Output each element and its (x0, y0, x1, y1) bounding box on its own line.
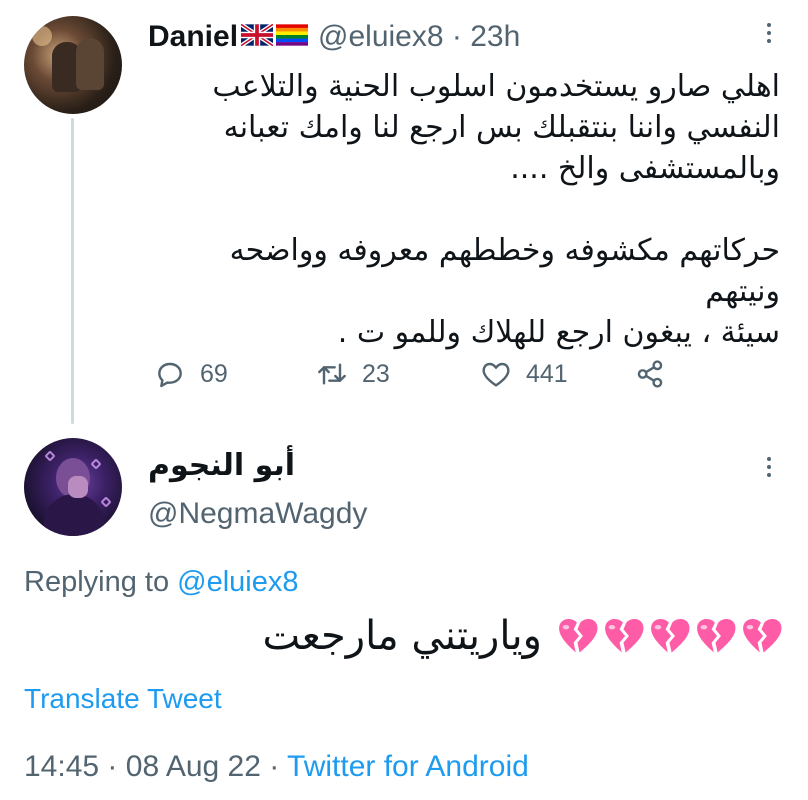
handle[interactable]: @NegmaWagdy (148, 494, 367, 534)
avatar-hand (68, 476, 88, 498)
tweet-text-line: حركاتهم مكشوفه وخططهم معروفه وواضحه ونيت… (229, 233, 780, 309)
broken-heart-icon (559, 619, 598, 653)
separator: · (269, 750, 280, 783)
replying-to-handle[interactable]: @eluiex8 (177, 566, 298, 598)
thread-line (71, 118, 74, 424)
retweet-count: 23 (362, 359, 390, 388)
reply-text-words: وياريتني مارجعت (262, 613, 542, 659)
replying-to-label: Replying to (24, 566, 170, 598)
reply-text: وياريتني مارجعت (262, 608, 784, 664)
reply-icon (158, 362, 182, 388)
tweet-meta: 14:45 · 08 Aug 22 · Twitter for Android (24, 746, 529, 788)
tweet-time[interactable]: 14:45 (24, 750, 99, 783)
rainbow-flag-icon (276, 24, 309, 46)
replying-to: Replying to @eluiex8 (24, 562, 299, 602)
display-name[interactable]: أبو النجوم (148, 446, 295, 486)
display-name[interactable]: Daniel (148, 17, 238, 57)
more-options-icon[interactable] (754, 452, 784, 482)
avatar[interactable] (24, 16, 122, 114)
tweet-text-line: اهلي صارو يستخدمون اسلوب الحنية والتلاعب (212, 69, 780, 104)
tweet-text-line: النفسي واننا بنتقبلك بس ارجع لنا وامك تع… (223, 110, 780, 145)
reply-button[interactable]: 69 (154, 352, 228, 396)
separator: · (107, 750, 118, 783)
share-button[interactable] (634, 352, 666, 396)
timestamp[interactable]: 23h (470, 20, 520, 53)
avatar[interactable] (24, 438, 122, 536)
reply-count: 69 (200, 359, 228, 388)
tweet-actions: 69 23 441 (148, 352, 708, 396)
parent-tweet-header: Daniel @eluiex8 · 23h (148, 17, 520, 57)
decor-shape (90, 458, 102, 470)
tweet-text-line: وبالمستشفى والخ .... (510, 151, 780, 186)
translate-tweet-link[interactable]: Translate Tweet (24, 680, 222, 718)
share-icon (637, 360, 663, 388)
separator: · (451, 20, 462, 53)
broken-heart-icon (651, 619, 690, 653)
avatar-glow (32, 26, 52, 46)
decor-shape (100, 496, 112, 508)
broken-heart-icon (743, 619, 782, 653)
like-count: 441 (526, 359, 568, 388)
broken-heart-icon (605, 619, 644, 653)
handle-time: @eluiex8 · 23h (318, 17, 520, 57)
avatar-body (44, 494, 104, 536)
heart-icon (482, 362, 510, 387)
avatar-figure (76, 38, 104, 90)
tweet-date[interactable]: 08 Aug 22 (126, 750, 261, 783)
like-button[interactable]: 441 (480, 352, 568, 396)
tweet-text-line: سيئة ، يبغون ارجع للهلاك وللمو ت . (337, 315, 780, 350)
retweet-icon (318, 363, 346, 385)
broken-heart-emojis (556, 614, 784, 658)
decor-shape (44, 450, 56, 462)
tweet-thread: Daniel @eluiex8 · 23h اهلي صارو يستخدمون… (0, 0, 808, 800)
handle[interactable]: @eluiex8 (318, 20, 444, 53)
uk-flag-icon (241, 24, 274, 46)
more-options-icon[interactable] (754, 18, 784, 48)
broken-heart-icon (697, 619, 736, 653)
tweet-text: اهلي صارو يستخدمون اسلوب الحنية والتلاعب… (148, 66, 780, 353)
retweet-button[interactable]: 23 (316, 352, 390, 396)
tweet-source[interactable]: Twitter for Android (287, 750, 529, 783)
